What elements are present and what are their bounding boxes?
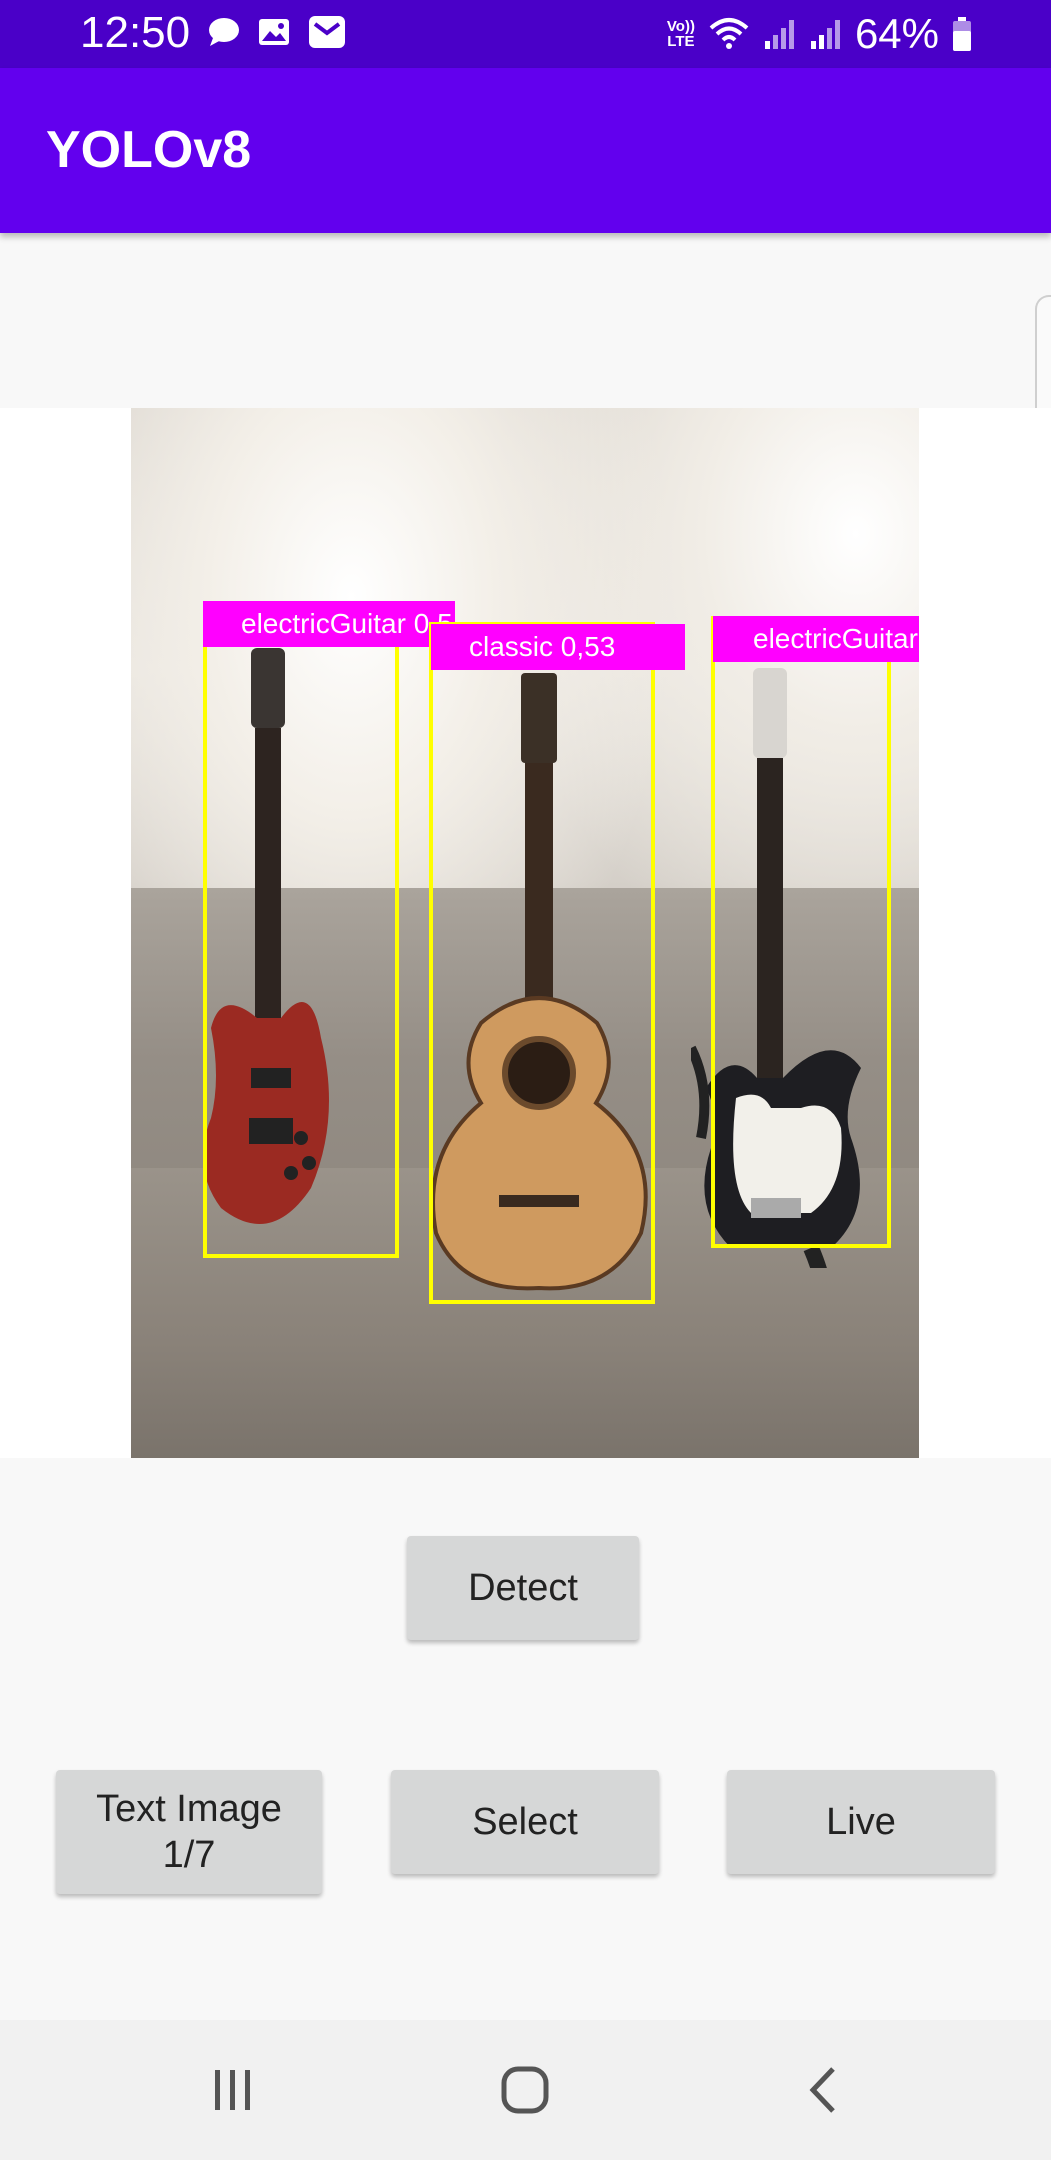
status-bar: 12:50 Vo)) LTE 64% (0, 0, 1051, 68)
detect-button[interactable]: Detect (407, 1536, 639, 1640)
home-icon[interactable] (492, 2062, 558, 2118)
select-button[interactable]: Select (391, 1770, 659, 1874)
live-button[interactable]: Live (727, 1770, 995, 1874)
detection-label-3: electricGuitar 0,5 (713, 616, 919, 662)
message-icon (209, 18, 239, 46)
detection-box-2 (429, 622, 655, 1304)
wifi-icon (709, 18, 749, 49)
detection-box-1 (203, 606, 399, 1258)
detection-label-1: electricGuitar 0,51 (203, 601, 455, 647)
status-time: 12:50 (80, 8, 191, 57)
battery-percent: 64% (854, 10, 939, 57)
notification-icons (207, 14, 347, 50)
email-icon (309, 16, 345, 48)
navigation-bar (0, 2020, 1051, 2160)
volte-text: Vo)) (666, 18, 695, 35)
app-title: YOLOv8 (46, 121, 252, 179)
signal-icon-2 (810, 20, 840, 49)
image-icon (259, 19, 289, 45)
status-right: Vo)) LTE 64% (667, 10, 973, 58)
back-icon[interactable] (790, 2062, 856, 2118)
lte-text: LTE (667, 33, 695, 50)
app-bar: YOLOv8 (0, 68, 1051, 233)
test-image-button[interactable]: Text Image 1/7 (56, 1770, 322, 1894)
detection-box-3 (711, 616, 891, 1248)
recent-apps-icon[interactable] (200, 2062, 266, 2118)
battery-icon (953, 17, 971, 51)
detection-image: electricGuitar 0,51 classic 0,53 electri… (131, 408, 919, 1458)
signal-icon (764, 20, 794, 49)
detection-label-2: classic 0,53 (431, 624, 685, 670)
volte-indicator: Vo)) LTE (667, 19, 695, 49)
